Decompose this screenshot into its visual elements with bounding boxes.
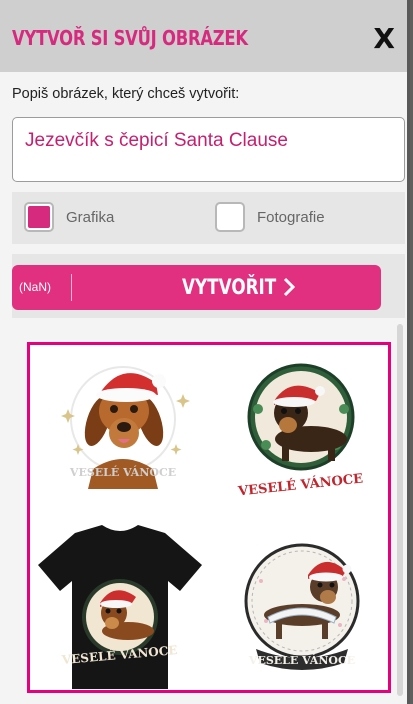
dachshund-santa-hat-image: VESELÉ VÁNOCE <box>61 366 190 489</box>
dachshund-wreath-badge-image: VESELÉ VÁNOCE <box>236 363 364 500</box>
black-tshirt-dachshund-image: VESELÉ VÁNOCE <box>38 525 202 689</box>
gallery-image-4[interactable]: VESELÉ VÁNOCE <box>216 521 386 691</box>
style-options: Grafika Fotografie <box>12 192 405 244</box>
option-fotografie[interactable]: Fotografie <box>215 202 325 232</box>
create-image-dialog: VYTVOŘ SI SVŮJ OBRÁZEK X Popiš obrázek, … <box>0 0 410 704</box>
button-divider <box>71 274 72 301</box>
close-button[interactable]: X <box>373 22 395 55</box>
prompt-label: Popiš obrázek, který chceš vytvořit: <box>12 86 240 102</box>
caption-text: VESELÉ VÁNOCE <box>248 653 355 667</box>
gallery-scrollbar[interactable] <box>397 324 403 696</box>
gallery-image-2[interactable]: VESELÉ VÁNOCE <box>216 349 386 519</box>
gallery-image-1[interactable]: VESELÉ VÁNOCE <box>38 349 208 519</box>
fotografie-checkbox[interactable] <box>215 202 245 232</box>
chevron-right-icon <box>283 277 296 297</box>
create-button-label: VYTVOŘIT <box>182 275 277 299</box>
grafika-label: Grafika <box>66 208 115 226</box>
option-grafika[interactable]: Grafika <box>24 202 114 232</box>
generated-images-gallery: VESELÉ VÁNOCE VESELÉ VÁNOCE VESELÉ VÁNOC… <box>27 342 391 693</box>
dialog-header: VYTVOŘ SI SVŮJ OBRÁZEK X <box>0 0 407 72</box>
dialog-title: VYTVOŘ SI SVŮJ OBRÁZEK <box>12 26 248 50</box>
dachshund-scarf-badge-image: VESELÉ VÁNOCE <box>244 543 360 670</box>
credit-counter: (NaN) <box>19 280 51 294</box>
prompt-input[interactable]: Jezevčík s čepicí Santa Clause <box>12 117 405 182</box>
fotografie-label: Fotografie <box>257 208 325 226</box>
create-button[interactable]: (NaN) VYTVOŘIT <box>12 265 381 310</box>
caption-text: VESELÉ VÁNOCE <box>69 465 176 479</box>
caption-text: VESELÉ VÁNOCE <box>236 470 364 499</box>
checkbox-checked-indicator <box>28 206 50 228</box>
grafika-checkbox[interactable] <box>24 202 54 232</box>
gallery-image-3[interactable]: VESELÉ VÁNOCE <box>30 521 202 691</box>
